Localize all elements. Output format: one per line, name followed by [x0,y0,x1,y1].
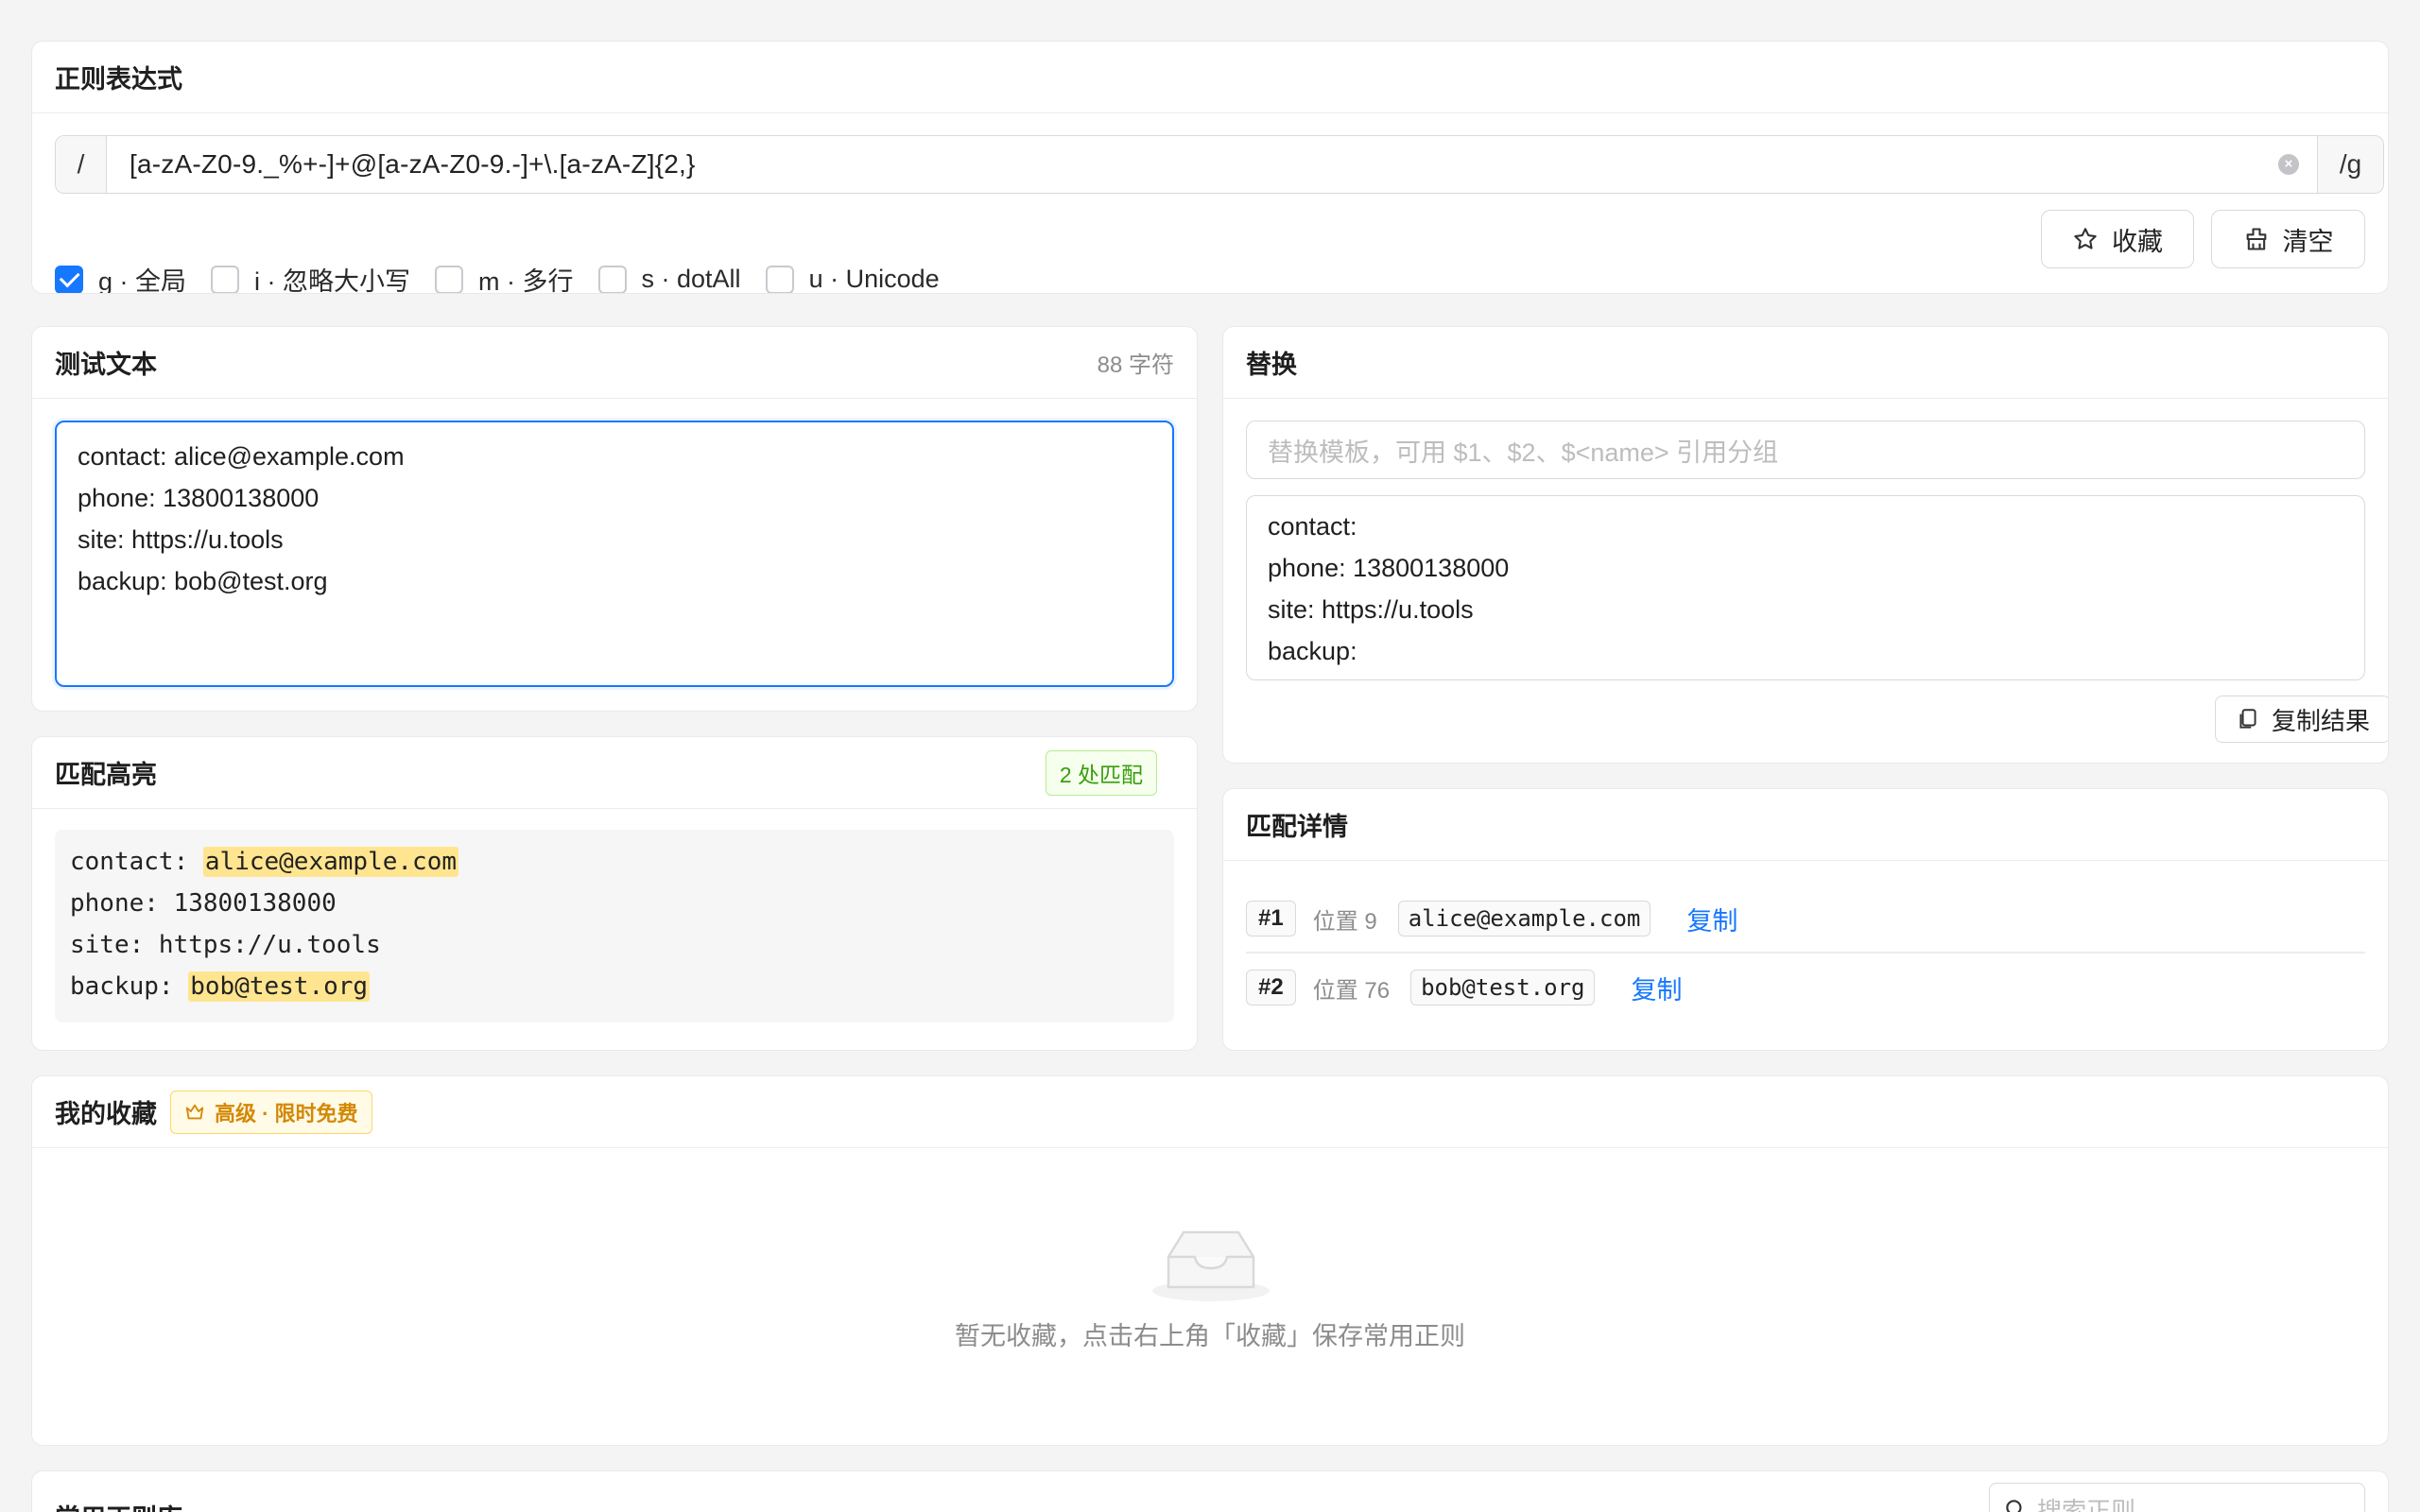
regex-open-slash: / [56,136,107,193]
code-text: backup: [70,972,189,1001]
result-line: phone: 13800138000 [1268,554,1510,582]
empty-favorites-text: 暂无收藏，点击右上角「收藏」保存常用正则 [955,1322,1465,1350]
row-divider [1246,952,2365,954]
search-placeholder: 搜索正则 [2037,1496,2136,1512]
match-highlight: alice@example.com [202,847,458,877]
code-line: phone: 13800138000 [70,883,1159,924]
code-line: site: https://u.tools [70,924,1159,966]
regex-pattern-input[interactable]: [a-zA-Z0-9._%+-]+@[a-zA-Z0-9.-]+\.[a-zA-… [107,136,2260,193]
empty-inbox-icon [1152,1230,1270,1301]
result-line: contact: [1268,512,1357,541]
copy-result-button[interactable]: 复制结果 [2215,696,2388,743]
flag-i[interactable]: i · 忽略大小写 [211,261,411,294]
checkbox-m[interactable] [435,265,464,293]
match-row: #1 位置 9 alice@example.com 复制 [1246,885,2365,952]
favorites-header: 我的收藏 高级 · 限时免费 [32,1076,2388,1148]
test-line: phone: 13800138000 [78,484,320,512]
copy-result-label: 复制结果 [2271,706,2370,735]
checkbox-g[interactable] [55,265,83,293]
favorites-title: 我的收藏 [55,1100,157,1128]
match-index: #2 [1246,970,1296,1005]
result-line: site: https://u.tools [1268,595,1474,624]
flag-m-label: m · 多行 [478,267,574,294]
copy-match-link[interactable]: 复制 [1631,970,1682,1006]
flag-group: g · 全局 i · 忽略大小写 m · 多行 s · dotAll u · U… [55,261,964,294]
match-position: 位置 9 [1312,908,1377,935]
flag-m[interactable]: m · 多行 [435,261,574,294]
details-header: 匹配详情 [1223,789,2388,861]
checkbox-s[interactable] [597,265,627,293]
match-count-badge: 2 处匹配 [1045,749,1157,796]
test-text-header: 测试文本 88 字符 [32,327,1197,399]
favorites-card: 我的收藏 高级 · 限时免费 暂无收藏，点击右上角「收藏」保存常用正则 [31,1075,2389,1446]
flag-u[interactable]: u · Unicode [765,265,940,293]
regex-card-header: 正则表达式 [32,42,2388,113]
char-count: 88 字符 [1097,352,1174,378]
code-text: phone: 13800138000 [70,889,337,918]
code-line: backup: bob@test.org [70,966,1159,1007]
result-line: backup: [1268,637,1357,665]
regex-title: 正则表达式 [55,65,182,94]
favorite-label: 收藏 [2112,227,2163,256]
match-highlight: bob@test.org [188,971,371,1002]
match-index: #1 [1246,901,1296,936]
search-icon [2006,1500,2022,1512]
match-row: #2 位置 76 bob@test.org 复制 [1246,954,2365,1021]
flag-g[interactable]: g · 全局 [55,261,187,294]
code-line: contact: alice@example.com [70,841,1159,883]
checkbox-u[interactable] [765,265,794,293]
flag-i-label: i · 忽略大小写 [254,267,411,294]
clear-icon [2246,228,2266,250]
test-line: site: https://u.tools [78,525,284,554]
match-details-card: 匹配详情 #1 位置 9 alice@example.com 复制 #2 位置 … [1222,788,2389,1051]
copy-icon [2239,709,2256,729]
checkbox-i[interactable] [211,265,240,293]
highlight-header: 匹配高亮 2 处匹配 [32,737,1197,809]
flag-s-label: s · dotAll [641,265,741,293]
premium-label: 高级 · 限时免费 [215,1101,358,1125]
regex-card: 正则表达式 / [a-zA-Z0-9._%+-]+@[a-zA-Z0-9.-]+… [31,41,2389,294]
favorite-button[interactable]: 收藏 [2041,210,2194,268]
regex-flags-suffix: /g [2317,136,2383,193]
flag-s[interactable]: s · dotAll [597,265,741,293]
replace-card: 替换 替换模板，可用 $1、$2、$<name> 引用分组 contact: p… [1222,326,2389,764]
replace-result[interactable]: contact: phone: 13800138000 site: https:… [1246,495,2365,680]
premium-badge: 高级 · 限时免费 [170,1090,372,1134]
match-value: alice@example.com [1397,901,1651,936]
star-icon [2074,228,2097,249]
replace-header: 替换 [1223,327,2388,399]
regex-input-group: / [a-zA-Z0-9._%+-]+@[a-zA-Z0-9.-]+\.[a-z… [55,135,2384,194]
test-line: backup: bob@test.org [78,567,328,595]
replace-template-input[interactable]: 替换模板，可用 $1、$2、$<name> 引用分组 [1246,421,2365,479]
test-text-title: 测试文本 [55,351,157,379]
library-search-input[interactable]: 搜索正则 [1989,1483,2365,1512]
clear-pattern-icon[interactable]: × [2260,136,2317,193]
clear-button[interactable]: 清空 [2211,210,2365,268]
highlight-code: contact: alice@example.com phone: 1380013… [55,830,1174,1022]
code-text: site: https://u.tools [70,931,381,959]
details-title: 匹配详情 [1246,813,1348,841]
library-title: 常用正则库 [55,1498,182,1512]
clear-label: 清空 [2282,227,2334,256]
flag-g-label: g · 全局 [98,267,187,294]
library-card: 常用正则库 搜索正则 [31,1470,2389,1512]
test-text-card: 测试文本 88 字符 contact: alice@example.com ph… [31,326,1198,712]
copy-match-link[interactable]: 复制 [1686,901,1737,937]
code-text: contact: [70,848,203,876]
crown-icon [185,1104,204,1119]
highlight-card: 匹配高亮 2 处匹配 contact: alice@example.com pho… [31,736,1198,1051]
flag-u-label: u · Unicode [808,265,940,293]
highlight-title: 匹配高亮 [55,761,157,789]
test-line: contact: alice@example.com [78,442,405,471]
replace-title: 替换 [1246,351,1297,379]
test-text-input[interactable]: contact: alice@example.com phone: 138001… [55,421,1174,687]
match-position: 位置 76 [1312,977,1391,1004]
match-value: bob@test.org [1410,970,1596,1005]
